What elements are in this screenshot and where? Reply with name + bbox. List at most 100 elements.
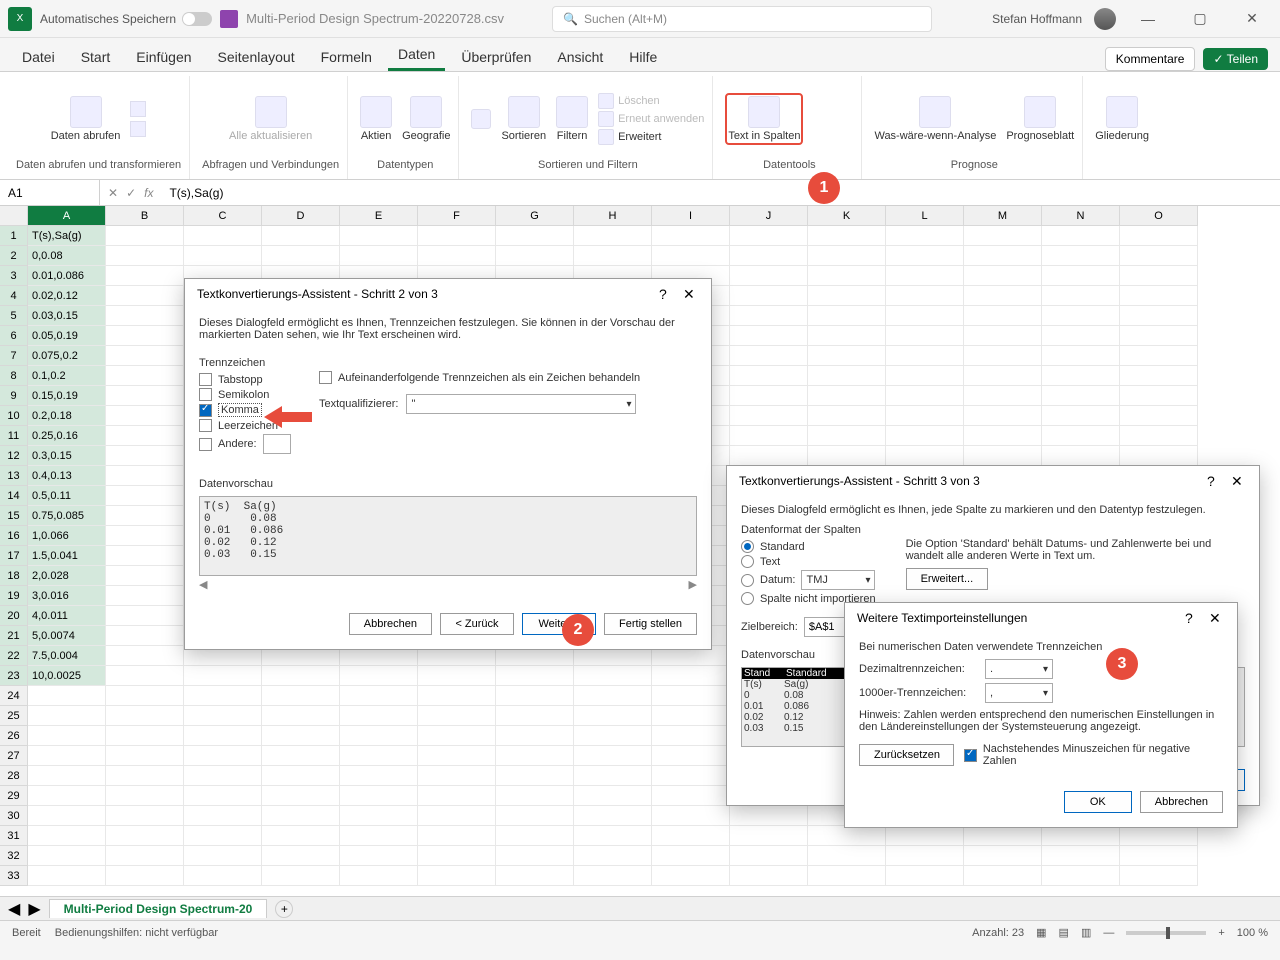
column-header[interactable]: L [886,206,964,226]
cell[interactable] [1042,286,1120,306]
cell[interactable] [1120,306,1198,326]
cell[interactable] [730,346,808,366]
cancel-icon[interactable]: ✕ [108,186,118,200]
cell[interactable] [1042,346,1120,366]
cell[interactable] [418,226,496,246]
tab-start[interactable]: Start [71,43,121,71]
cell[interactable] [1120,866,1198,886]
enter-icon[interactable]: ✓ [126,186,136,200]
cell[interactable]: 5,0.0074 [28,626,106,646]
view-normal-icon[interactable]: ▦ [1036,926,1046,939]
cell[interactable] [106,646,184,666]
row-header[interactable]: 1 [0,226,28,246]
column-header[interactable]: A [28,206,106,226]
row-header[interactable]: 5 [0,306,28,326]
cell[interactable] [574,746,652,766]
cell[interactable] [496,746,574,766]
row-header[interactable]: 13 [0,466,28,486]
cell[interactable] [1042,406,1120,426]
cell[interactable] [184,826,262,846]
cell[interactable] [886,866,964,886]
cell[interactable] [496,866,574,886]
cell[interactable] [574,806,652,826]
text-qualifier-combo[interactable]: "▾ [406,394,636,414]
cell[interactable] [574,786,652,806]
cell[interactable] [184,226,262,246]
row-header[interactable]: 23 [0,666,28,686]
cell[interactable] [184,746,262,766]
cell[interactable] [886,246,964,266]
cell[interactable] [1120,366,1198,386]
cell[interactable] [418,666,496,686]
cell[interactable] [1042,326,1120,346]
cell[interactable] [886,826,964,846]
row-header[interactable]: 21 [0,626,28,646]
window-minimize[interactable]: — [1128,11,1168,27]
cell[interactable] [262,846,340,866]
cell[interactable] [574,726,652,746]
cell[interactable] [808,346,886,366]
cell[interactable] [28,786,106,806]
cell[interactable] [964,406,1042,426]
cell[interactable] [886,366,964,386]
cell[interactable]: 0.3,0.15 [28,446,106,466]
cell[interactable] [340,686,418,706]
cell[interactable] [730,406,808,426]
cell[interactable] [106,466,184,486]
cell[interactable]: 10,0.0025 [28,666,106,686]
cell[interactable] [1120,326,1198,346]
cell[interactable] [106,526,184,546]
cell[interactable] [106,726,184,746]
cell[interactable] [184,686,262,706]
checkbox-andere[interactable]: Andere: [199,434,299,454]
tab-einfuegen[interactable]: Einfügen [126,43,201,71]
cell[interactable] [496,666,574,686]
cell[interactable] [652,246,730,266]
cell[interactable] [1042,426,1120,446]
stocks-button[interactable]: Aktien [360,96,392,142]
cell[interactable] [964,386,1042,406]
cell[interactable] [808,446,886,466]
row-header[interactable]: 18 [0,566,28,586]
cell[interactable] [808,406,886,426]
cell[interactable] [1042,246,1120,266]
cell[interactable] [652,826,730,846]
row-header[interactable]: 32 [0,846,28,866]
cell[interactable] [652,666,730,686]
checkbox-consecutive[interactable]: Aufeinanderfolgende Trennzeichen als ein… [319,371,697,384]
cell[interactable] [28,726,106,746]
cell[interactable] [106,446,184,466]
cell[interactable] [184,766,262,786]
cell[interactable] [184,866,262,886]
cell[interactable] [730,426,808,446]
column-header[interactable]: B [106,206,184,226]
cell[interactable] [106,806,184,826]
column-header[interactable]: C [184,206,262,226]
window-close[interactable]: ✕ [1232,10,1272,27]
cell[interactable] [730,306,808,326]
view-break-icon[interactable]: ▥ [1081,926,1091,939]
cell[interactable] [28,806,106,826]
cell[interactable] [886,266,964,286]
cell[interactable] [964,246,1042,266]
formula-input[interactable]: T(s),Sa(g) [161,186,1280,200]
cell[interactable] [574,846,652,866]
cell[interactable] [106,546,184,566]
cell[interactable] [106,746,184,766]
cell[interactable] [418,786,496,806]
tab-daten[interactable]: Daten [388,40,445,71]
scroll-left[interactable]: ◀ [199,578,207,591]
row-header[interactable]: 20 [0,606,28,626]
cell[interactable] [1042,386,1120,406]
cell[interactable] [1120,346,1198,366]
cell[interactable] [964,846,1042,866]
cell[interactable]: 0.05,0.19 [28,326,106,346]
cell[interactable] [964,866,1042,886]
cell[interactable] [652,866,730,886]
tab-datei[interactable]: Datei [12,43,65,71]
cell[interactable] [808,306,886,326]
cell[interactable] [106,686,184,706]
cell[interactable] [184,706,262,726]
cell[interactable] [340,806,418,826]
cell[interactable] [808,326,886,346]
